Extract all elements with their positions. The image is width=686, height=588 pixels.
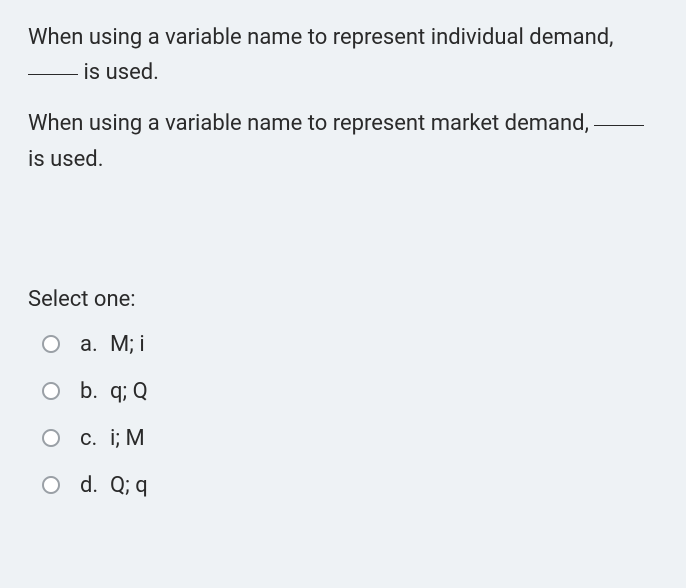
- question-text: When using a variable name to represent …: [28, 20, 658, 177]
- radio-icon: [42, 476, 60, 494]
- option-text: Q; q: [110, 473, 658, 498]
- option-d[interactable]: d. Q; q: [42, 473, 658, 498]
- radio-icon: [42, 382, 60, 400]
- option-c[interactable]: c. i; M: [42, 426, 658, 451]
- question-sentence-2: When using a variable name to represent …: [28, 106, 658, 176]
- question-text-part: When using a variable name to represent …: [28, 25, 614, 50]
- option-text: i; M: [110, 426, 658, 451]
- option-letter: c.: [80, 426, 110, 451]
- option-letter: a.: [80, 332, 110, 357]
- option-letter: d.: [80, 473, 110, 498]
- radio-icon: [42, 429, 60, 447]
- option-a[interactable]: a. M; i: [42, 332, 658, 357]
- blank-fill-1: [28, 74, 78, 75]
- option-text: q; Q: [110, 379, 658, 404]
- question-sentence-1: When using a variable name to represent …: [28, 20, 658, 90]
- option-b[interactable]: b. q; Q: [42, 379, 658, 404]
- option-text: M; i: [110, 332, 658, 357]
- blank-fill-2: [594, 125, 644, 126]
- question-text-part: is used.: [78, 60, 159, 85]
- select-one-prompt: Select one:: [28, 287, 658, 312]
- option-letter: b.: [80, 379, 110, 404]
- question-text-part: is used.: [28, 147, 104, 172]
- radio-icon: [42, 335, 60, 353]
- question-text-part: When using a variable name to represent …: [28, 111, 594, 136]
- options-list: a. M; i b. q; Q c. i; M d. Q; q: [28, 332, 658, 498]
